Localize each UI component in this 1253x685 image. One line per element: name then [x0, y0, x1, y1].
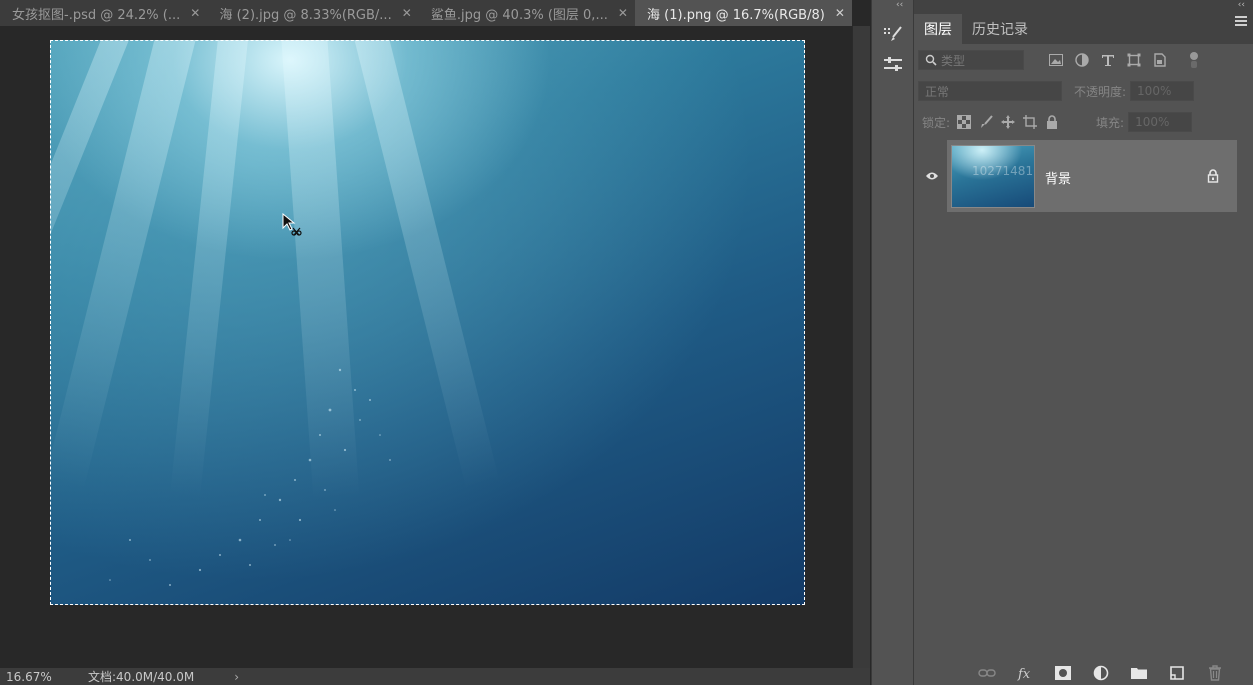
tab-label: 海 (1).png @ 16.7%(RGB/8): [647, 7, 825, 23]
vertical-scrollbar[interactable]: [852, 26, 870, 668]
document-tabbar: 女孩抠图-.psd @ 24.2% (... ✕ 海 (2).jpg @ 8.3…: [0, 0, 852, 26]
lock-fill-row: 锁定: 填充: 100%: [914, 111, 1253, 133]
filter-toggle-icon[interactable]: [1186, 52, 1202, 68]
blend-mode-value: 正常: [925, 84, 950, 99]
image-filter-icon[interactable]: [1048, 52, 1064, 68]
close-icon[interactable]: ✕: [402, 6, 412, 20]
blend-opacity-row: 正常 不透明度: 100%: [914, 80, 1253, 102]
document-image[interactable]: [50, 40, 805, 605]
layers-panel: ‹‹ 图层 历史记录 类型 正常 不透明度: 100% 锁定: 填充: 100%…: [913, 0, 1253, 685]
status-menu-arrow[interactable]: ›: [234, 670, 239, 684]
scissors-cursor-icon: [282, 213, 302, 236]
tab-label: 海 (2).jpg @ 8.33%(RGB/...: [219, 7, 392, 23]
folder-icon[interactable]: [1130, 665, 1148, 681]
close-icon[interactable]: ✕: [190, 6, 200, 20]
zoom-level[interactable]: 16.67%: [0, 670, 80, 684]
layers-panel-footer: fx: [914, 660, 1253, 685]
photoshop-window: 女孩抠图-.psd @ 24.2% (... ✕ 海 (2).jpg @ 8.3…: [0, 0, 1253, 685]
status-bar: 16.67% 文档:40.0M/40.0M ›: [0, 668, 870, 685]
layer-thumbnail[interactable]: 1027148166: [951, 145, 1035, 208]
lock-label: 锁定:: [922, 115, 951, 130]
bubbles: [109, 368, 391, 586]
document-tab[interactable]: 海 (2).jpg @ 8.33%(RGB/... ✕: [207, 0, 418, 26]
layer-item[interactable]: 1027148166 背景: [914, 140, 1253, 212]
collapse-icon[interactable]: ‹‹: [896, 0, 903, 10]
new-layer-icon[interactable]: [1168, 665, 1186, 681]
opacity-input[interactable]: 100%: [1130, 81, 1195, 101]
link-icon[interactable]: [978, 665, 996, 681]
shape-filter-icon[interactable]: [1126, 52, 1142, 68]
search-icon: [925, 54, 937, 66]
thumbnail-watermark: 1027148166: [972, 164, 1034, 178]
lock-artboard-icon[interactable]: [1022, 114, 1038, 130]
panel-dock-strip: ‹‹: [871, 0, 913, 685]
tab-label: 鲨鱼.jpg @ 40.3% (图层 0,...: [430, 7, 608, 23]
tab-history[interactable]: 历史记录: [962, 14, 1038, 44]
collapse-icon[interactable]: ‹‹: [1238, 0, 1245, 10]
opacity-label: 不透明度:: [1074, 84, 1127, 99]
panel-tabbar: ‹‹ 图层 历史记录: [914, 0, 1253, 44]
type-filter-icon[interactable]: [1100, 52, 1116, 68]
document-tab[interactable]: 鲨鱼.jpg @ 40.3% (图层 0,... ✕: [419, 0, 635, 26]
fx-icon[interactable]: fx: [1016, 665, 1034, 681]
fill-value: 100%: [1135, 115, 1170, 129]
eye-icon[interactable]: [918, 140, 946, 212]
fill-input[interactable]: 100%: [1128, 112, 1193, 132]
adjustment-layer-icon[interactable]: [1092, 665, 1110, 681]
brush-presets-icon[interactable]: [880, 22, 906, 46]
layer-filter-row: 类型: [914, 49, 1253, 71]
blend-mode-select[interactable]: 正常: [918, 81, 1062, 101]
lock-transparent-icon[interactable]: [956, 114, 972, 130]
lock-position-icon[interactable]: [1000, 114, 1016, 130]
trash-icon[interactable]: [1206, 664, 1224, 681]
lock-pixels-icon[interactable]: [978, 114, 994, 130]
tab-label: 女孩抠图-.psd @ 24.2% (...: [12, 7, 181, 23]
filter-placeholder: 类型: [941, 53, 966, 68]
layer-name[interactable]: 背景: [1045, 168, 1071, 187]
tab-layers[interactable]: 图层: [914, 14, 962, 44]
lock-all-icon[interactable]: [1044, 114, 1060, 130]
fill-label: 填充:: [1096, 115, 1125, 130]
filter-kind-select[interactable]: 类型: [918, 50, 1024, 70]
close-icon[interactable]: ✕: [835, 6, 845, 20]
svg-text:fx: fx: [1017, 667, 1031, 681]
adjustment-filter-icon[interactable]: [1074, 52, 1090, 68]
lock-icon[interactable]: [1207, 169, 1219, 183]
panel-menu-icon[interactable]: [1235, 16, 1247, 26]
mask-icon[interactable]: [1054, 665, 1072, 681]
document-tab[interactable]: 女孩抠图-.psd @ 24.2% (... ✕: [0, 0, 207, 26]
opacity-value: 100%: [1137, 84, 1172, 98]
smart-object-filter-icon[interactable]: [1152, 52, 1168, 68]
close-icon[interactable]: ✕: [618, 6, 628, 20]
document-tab-active[interactable]: 海 (1).png @ 16.7%(RGB/8) ✕: [635, 0, 852, 26]
document-size: 文档:40.0M/40.0M: [88, 670, 195, 684]
adjustments-icon[interactable]: [880, 52, 906, 76]
